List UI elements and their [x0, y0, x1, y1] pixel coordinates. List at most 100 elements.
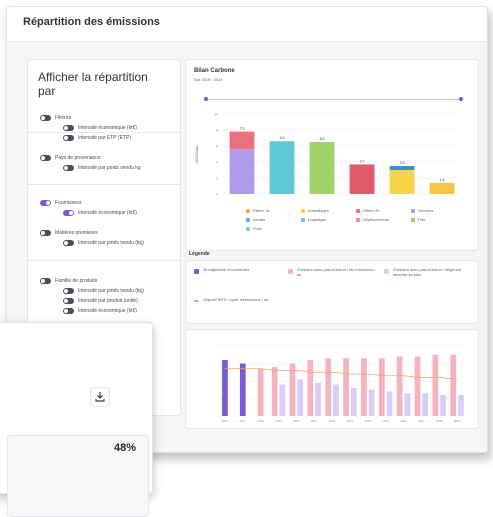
toggle-famille[interactable]: Famille de produits — [40, 278, 97, 284]
download-button[interactable] — [90, 387, 110, 407]
period-slider[interactable] — [204, 97, 463, 101]
legend-label: Logistique — [308, 217, 327, 222]
legend-swatch — [301, 217, 305, 222]
legend-swatch — [356, 208, 360, 213]
legend-text: 3è trajectoire d'ouvertures — [203, 267, 250, 272]
bar-data-label: 6.5 — [320, 137, 325, 141]
toggle-sub-pays-1[interactable]: Intensité par poids vendu kg — [63, 165, 141, 171]
legend-swatch — [246, 208, 250, 213]
carbon-chart-card: Bilan Carbone Sur 2019 / 2024 tCO2e/an 0 2… — [185, 59, 479, 251]
x-tick-label: 2027 — [418, 419, 425, 423]
bar-data-label: 3.7 — [360, 159, 365, 163]
bar — [271, 367, 278, 416]
legend-swatch — [384, 269, 389, 274]
trajectory-bar-chart: 2016 2017 2018 2019 2020 2021 2022 2023 2024 2025… — [216, 345, 466, 423]
slider-handle-end[interactable] — [459, 97, 463, 101]
bar — [343, 358, 349, 416]
toggle-sub-matieres-1[interactable]: Intensité par poids vendu (kg) — [63, 240, 144, 246]
bar — [279, 384, 286, 416]
toggle-label: Intensité économique (kt€) — [78, 210, 137, 216]
toggle-switch[interactable] — [40, 200, 51, 206]
bar — [386, 391, 393, 416]
bar-data-label: 6.6 — [280, 136, 285, 140]
x-tick-label: 2018 — [257, 419, 264, 423]
legend-label: Filière 1a — [253, 208, 270, 213]
toggle-switch[interactable] — [63, 240, 74, 246]
bar-segment — [349, 164, 375, 194]
y-tick-label: 4 — [216, 161, 218, 165]
bar — [289, 363, 296, 416]
toggle-switch[interactable] — [63, 165, 74, 171]
bar — [432, 354, 439, 416]
x-tick-label: 2020 — [293, 419, 300, 423]
bar-segment — [269, 141, 295, 194]
trajectory-chart-card: 2016 2017 2018 2019 2020 2021 2022 2023 2024 2025… — [185, 329, 479, 429]
bar — [257, 368, 264, 416]
toggle-switch[interactable] — [63, 298, 74, 304]
bar-segment — [229, 131, 255, 150]
legend-entry: Achats — [246, 217, 265, 222]
bar-data-label: 1.4 — [440, 178, 445, 182]
legend-text: Scénario sans plan d'action / les émissi… — [297, 267, 376, 277]
legend-swatch — [411, 217, 415, 222]
y-tick-label: 0 — [216, 193, 218, 197]
y-tick-label: 8 — [216, 129, 218, 133]
toggle-matieres[interactable]: Matières premières — [40, 230, 98, 236]
toggle-sub-filieres-1[interactable]: Intensité économique (kt€) — [63, 125, 137, 131]
legend-label: Achats — [253, 217, 266, 222]
y-tick-label: 2 — [216, 177, 218, 181]
bar — [422, 393, 429, 416]
toggle-switch[interactable] — [40, 278, 51, 284]
bar-segment — [389, 166, 415, 170]
detail-overlay-card: 48% — [0, 322, 153, 517]
bar-segment — [429, 182, 455, 194]
toggle-switch[interactable] — [40, 230, 51, 236]
toggle-fournisseur[interactable]: Fournisseur — [40, 200, 81, 206]
slider-handle-start[interactable] — [204, 97, 208, 101]
legend-label: Filière 2b — [363, 208, 380, 213]
bar — [414, 356, 421, 416]
toggle-pays[interactable]: Pays de provenance — [40, 155, 101, 161]
x-tick-label: 2024 — [364, 419, 371, 423]
toggle-sub-famille-3[interactable]: Intensité économique (kt€) — [63, 308, 137, 314]
toggle-label: Intensité par ETP (ETP) — [78, 135, 131, 141]
toggle-filieres[interactable]: Filières — [40, 115, 71, 121]
bar-data-label: 7.8 — [240, 127, 245, 131]
toggle-label: Pays de provenance — [55, 155, 101, 161]
chart-subtitle: Sur 2019 / 2024 — [194, 77, 223, 82]
bar — [333, 384, 339, 416]
percentage-card: 48% — [7, 435, 149, 517]
legend-entry: Fuite — [246, 226, 262, 231]
toggle-sub-filieres-2[interactable]: Intensité par ETP (ETP) — [63, 135, 131, 141]
legend-text: Objectif SBTi / cycle d'émissions / an — [203, 297, 269, 302]
toggle-sub-fournisseur-1[interactable]: Intensité économique (kt€) — [63, 210, 137, 216]
legend-entry: Logistique — [301, 217, 326, 222]
toggle-switch[interactable] — [63, 135, 74, 141]
bar — [297, 379, 304, 416]
legend-label: Emballages — [308, 208, 329, 213]
toggle-switch[interactable] — [63, 288, 74, 294]
download-icon — [95, 392, 105, 402]
legend-label: Déplacements — [363, 217, 389, 222]
toggle-switch[interactable] — [63, 210, 74, 216]
divider — [28, 132, 180, 133]
toggle-sub-famille-2[interactable]: Intensité par produit (unité) — [63, 298, 138, 304]
toggle-switch[interactable] — [40, 115, 51, 121]
toggle-sub-famille-1[interactable]: Intensité par poids vendu (kg) — [63, 288, 144, 294]
legend-entry: Filière 2b — [356, 208, 379, 213]
divider — [28, 260, 180, 261]
chart-title: Bilan Carbone — [194, 68, 235, 74]
legend-text: Scénario avec plan d'action / diligence … — [393, 267, 461, 277]
toggle-label: Intensité par poids vendu (kg) — [78, 288, 144, 294]
toggle-switch[interactable] — [63, 308, 74, 314]
x-tick-label: 2017 — [239, 419, 246, 423]
toggle-label: Intensité par poids vendu kg — [78, 165, 141, 171]
toggle-switch[interactable] — [63, 125, 74, 131]
bar — [396, 356, 403, 416]
y-tick-label: 6 — [216, 145, 218, 149]
legend-label: Fret — [418, 217, 426, 222]
legend-entry: Déplacements — [356, 217, 389, 222]
toggle-switch[interactable] — [40, 155, 51, 161]
toggle-label: Famille de produits — [55, 278, 98, 284]
bar — [361, 358, 367, 416]
